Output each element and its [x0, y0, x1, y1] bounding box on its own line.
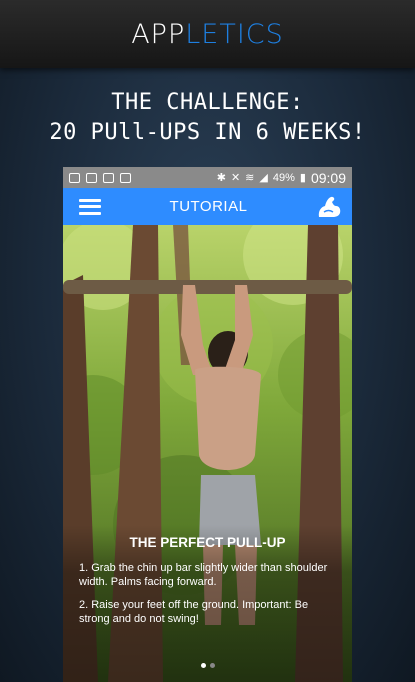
hamburger-menu-icon[interactable]	[79, 198, 101, 215]
wifi-icon: ≋	[245, 172, 255, 184]
photo-notification-icon	[120, 172, 131, 183]
page-dot-active[interactable]	[200, 663, 206, 668]
page-indicator[interactable]	[63, 663, 352, 668]
status-bar: ✱ ✕ ≋ ◢ 49% ▮ 09:09	[63, 167, 352, 188]
system-indicators: ✱ ✕ ≋ ◢ 49% ▮ 09:09	[217, 170, 346, 186]
mute-icon: ✕	[230, 172, 241, 184]
bluetooth-icon: ✱	[216, 172, 226, 184]
app-notification-icon	[103, 172, 114, 183]
headline-line-1: THE CHALLENGE:	[111, 90, 304, 115]
brand-header: APPLETICS	[0, 0, 415, 68]
logo-part-app: APP	[131, 18, 186, 50]
page-dot[interactable]	[209, 663, 215, 668]
tutorial-step-1: 1. Grab the chin up bar slightly wider t…	[79, 562, 328, 588]
appletics-logo: APPLETICS	[131, 19, 284, 50]
tutorial-step-2: 2. Raise your feet off the ground. Impor…	[79, 599, 309, 625]
tutorial-title: THE PERFECT PULL-UP	[129, 535, 286, 550]
logo-part-letics: LETICS	[185, 18, 284, 50]
mail-notification-icon	[86, 172, 97, 183]
signal-icon: ◢	[259, 172, 268, 184]
notification-icons	[69, 172, 131, 183]
clock: 09:09	[310, 169, 346, 186]
image-notification-icon	[69, 172, 80, 183]
flexed-biceps-icon[interactable]	[316, 195, 342, 219]
screen-title: TUTORIAL	[169, 198, 248, 215]
app-toolbar: TUTORIAL	[63, 188, 352, 225]
headline-line-2: 20 PUll-UPS IN 6 WEEKS!	[49, 120, 366, 145]
battery-level: 49%	[272, 171, 295, 184]
phone-screenshot: ✱ ✕ ≋ ◢ 49% ▮ 09:09 TUTORIAL THE PERFECT…	[63, 167, 352, 682]
battery-icon: ▮	[299, 172, 306, 184]
promo-headline: THE CHALLENGE: 20 PUll-UPS IN 6 WEEKS!	[0, 88, 415, 148]
